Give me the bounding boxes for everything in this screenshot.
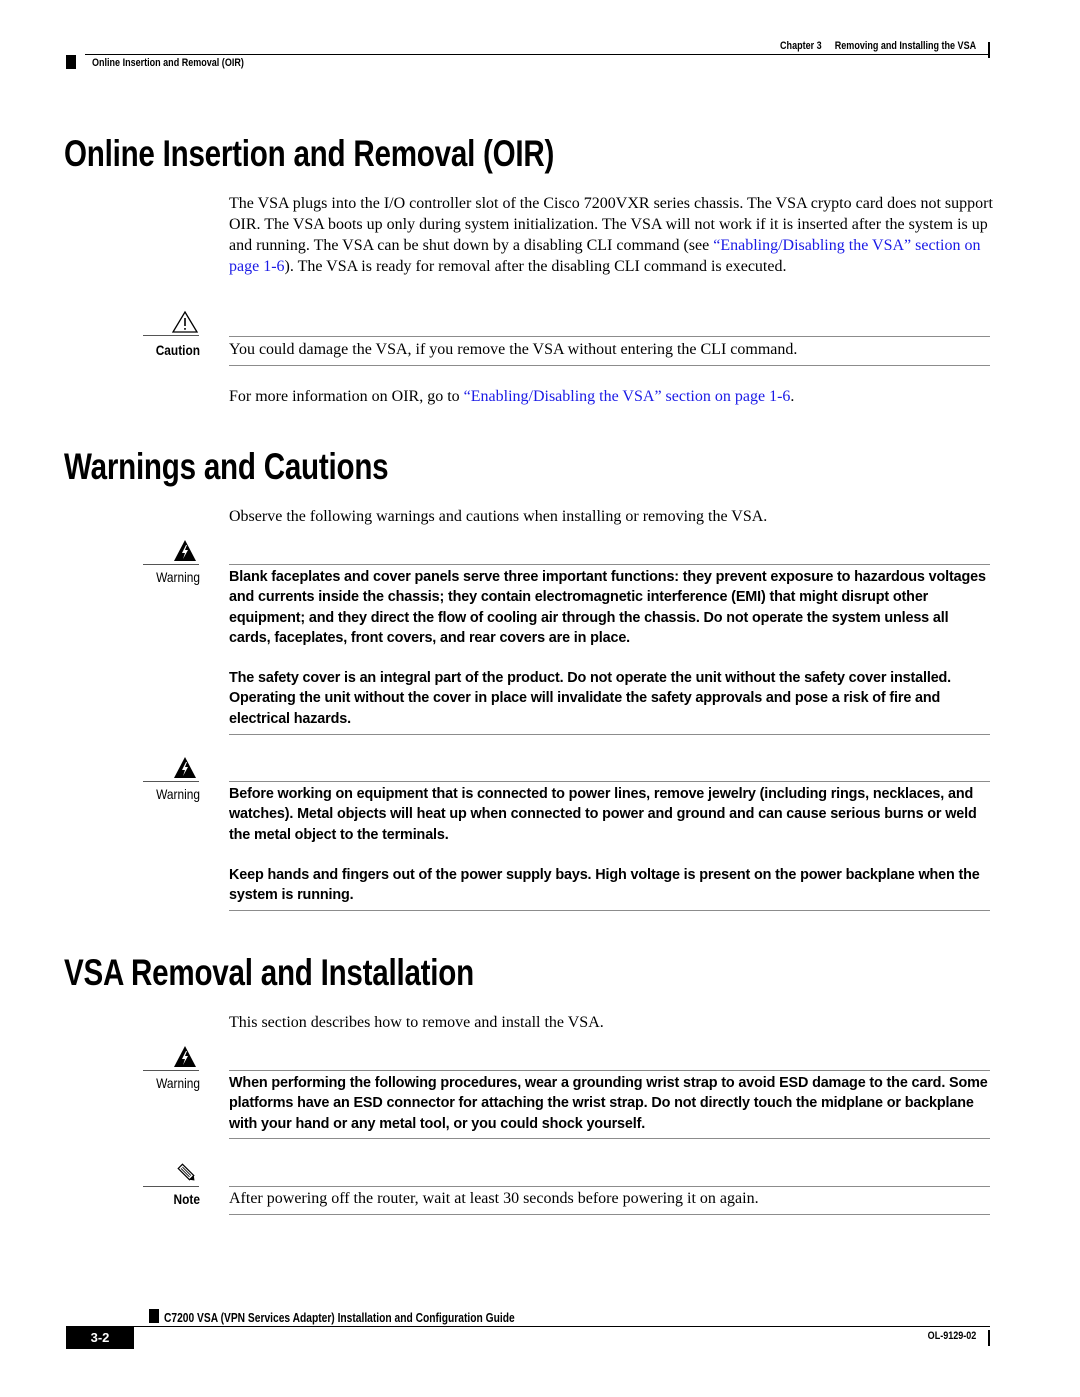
caution-bottom-rule [229, 365, 990, 366]
warnings-intro: Observe the following warnings and cauti… [229, 508, 768, 525]
document-number: OL-9129-02 [927, 1330, 976, 1342]
warning2-paragraph-1: Before working on equipment that is conn… [229, 786, 977, 843]
caution-icon [170, 310, 200, 336]
warning1-paragraph-2: The safety cover is an integral part of … [229, 670, 952, 727]
warning1-icon-rule [143, 564, 199, 565]
footer-block-marker [149, 1309, 159, 1323]
footer-guide-title: C7200 VSA (VPN Services Adapter) Install… [164, 1311, 515, 1325]
warning2-paragraph-2: Keep hands and fingers out of the power … [229, 867, 980, 904]
footer-rule [66, 1326, 990, 1327]
warning1-bottom-rule [229, 734, 990, 735]
heading-oir: Online Insertion and Removal (OIR) [64, 133, 555, 174]
caution-icon-rule [143, 335, 199, 336]
warning2-icon-rule [143, 781, 199, 782]
heading-removal: VSA Removal and Installation [64, 952, 474, 993]
removal-intro: This section describes how to remove and… [229, 1014, 604, 1031]
warning2-label: Warning [156, 786, 200, 802]
warning3-text: When performing the following procedures… [229, 1075, 988, 1132]
header-rule [85, 54, 990, 55]
note-pencil-icon [170, 1160, 200, 1186]
note-top-rule [229, 1186, 990, 1187]
warning-icon [170, 538, 200, 564]
caution-top-rule [229, 336, 990, 337]
footer-vertical-bar [988, 1330, 990, 1346]
warning3-top-rule [229, 1070, 990, 1071]
warning3-bottom-rule [229, 1138, 990, 1139]
heading-warnings: Warnings and Cautions [64, 446, 389, 487]
warning2-bottom-rule [229, 910, 990, 911]
warning-icon [170, 755, 200, 781]
oir-paragraph-text-end: ). The VSA is ready for removal after th… [284, 258, 787, 275]
running-header-chapter: Chapter 3 Removing and Installing the VSA [780, 40, 976, 52]
enabling-disabling-link-2[interactable]: “Enabling/Disabling the VSA” section on … [464, 388, 791, 405]
note-label: Note [173, 1191, 200, 1207]
caution-text: You could damage the VSA, if you remove … [229, 341, 798, 358]
header-vertical-bar [988, 42, 990, 58]
warning3-label: Warning [156, 1075, 200, 1091]
running-header-section: Online Insertion and Removal (OIR) [92, 57, 244, 69]
warning1-paragraph-1: Blank faceplates and cover panels serve … [229, 569, 986, 646]
note-icon-rule [143, 1186, 199, 1187]
oir-paragraph: The VSA plugs into the I/O controller sl… [229, 193, 999, 277]
oir-more-info: For more information on OIR, go to “Enab… [229, 386, 999, 407]
note-bottom-rule [229, 1214, 990, 1215]
chapter-number: Chapter 3 [779, 40, 822, 52]
warning1-top-rule [229, 564, 990, 565]
page-number: 3-2 [66, 1327, 134, 1349]
more-info-period: . [790, 388, 795, 405]
chapter-title: Removing and Installing the VSA [834, 40, 976, 52]
warning3-icon-rule [143, 1070, 199, 1071]
header-block-marker [66, 55, 76, 69]
note-text: After powering off the router, wait at l… [229, 1190, 759, 1207]
warning2-top-rule [229, 781, 990, 782]
warning-icon [170, 1044, 200, 1070]
more-info-text: For more information on OIR, go to [229, 388, 464, 405]
caution-label: Caution [155, 342, 200, 358]
warning1-label: Warning [156, 569, 200, 585]
